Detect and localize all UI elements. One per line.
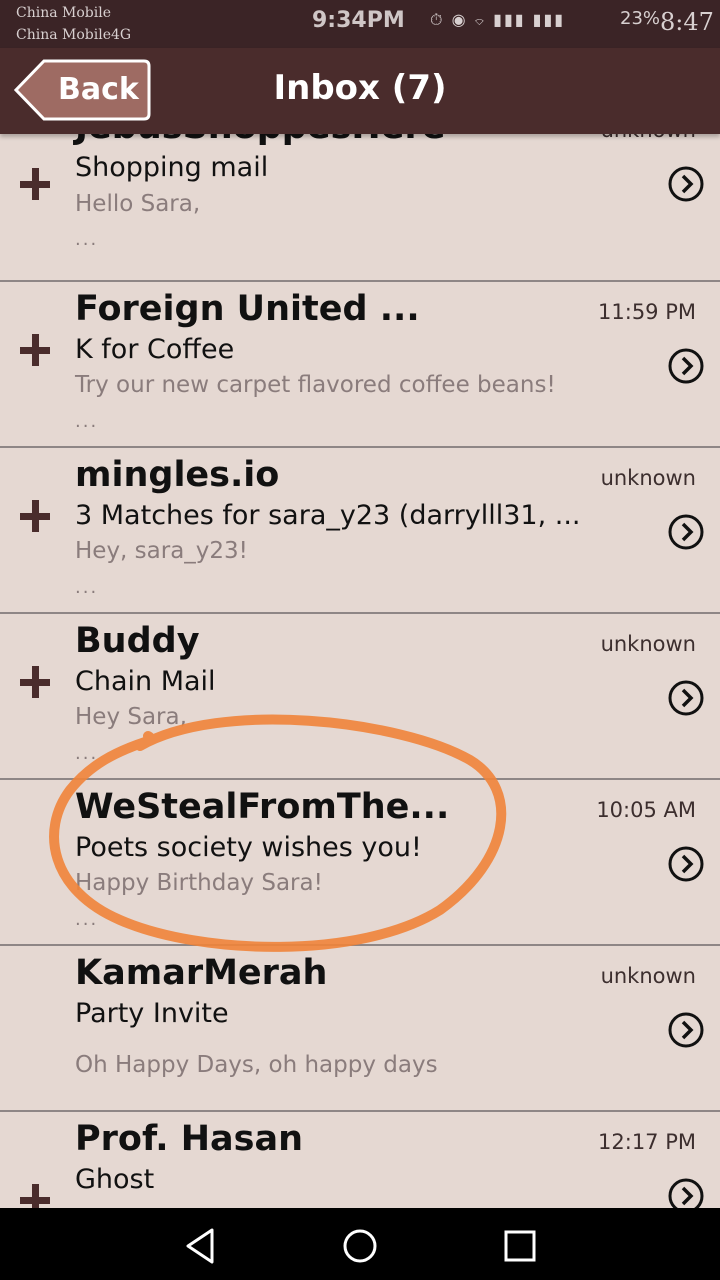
message-preview: Hey, sara_y23! bbox=[75, 538, 248, 564]
message-ellipsis: ... bbox=[75, 743, 99, 764]
message-row[interactable]: JebusShoppesHere unknown Shopping mail H… bbox=[0, 134, 720, 282]
message-row[interactable]: Prof. Hasan 12:17 PM Ghost bbox=[0, 1112, 720, 1208]
message-row[interactable]: WeStealFromThe... 10:05 AM Poets society… bbox=[0, 780, 720, 946]
message-subject: Chain Mail bbox=[75, 666, 216, 697]
plus-icon[interactable] bbox=[20, 500, 52, 532]
message-time: unknown bbox=[600, 632, 696, 656]
message-time: unknown bbox=[600, 466, 696, 490]
message-sender: Prof. Hasan bbox=[75, 1119, 304, 1159]
chevron-right-icon[interactable] bbox=[668, 1178, 704, 1208]
status-bar: China Mobile China Mobile4G 9:34PM ⏱ ◉ ⌔… bbox=[0, 0, 720, 48]
status-time: 9:34PM bbox=[312, 8, 405, 33]
plus-icon[interactable] bbox=[20, 666, 52, 698]
message-subject: 3 Matches for sara_y23 (darrylll31, ... bbox=[75, 500, 581, 531]
recents-square-icon[interactable] bbox=[498, 1224, 542, 1268]
page-title: Inbox (7) bbox=[273, 68, 447, 108]
message-subject: Ghost bbox=[75, 1164, 155, 1195]
chevron-right-icon[interactable] bbox=[668, 348, 704, 384]
message-list: JebusShoppesHere unknown Shopping mail H… bbox=[0, 134, 720, 1208]
message-subject: Party Invite bbox=[75, 998, 229, 1029]
chevron-right-icon[interactable] bbox=[668, 166, 704, 202]
message-ellipsis: ... bbox=[75, 411, 99, 432]
message-subject: Shopping mail bbox=[75, 152, 269, 183]
message-sender: mingles.io bbox=[75, 455, 280, 495]
message-time: 10:05 AM bbox=[596, 798, 696, 822]
message-time: unknown bbox=[600, 964, 696, 988]
message-row[interactable]: Buddy unknown Chain Mail Hey Sara, ... bbox=[0, 614, 720, 780]
carrier-name: China Mobile bbox=[16, 5, 111, 21]
message-time: 12:17 PM bbox=[598, 1130, 696, 1154]
message-row[interactable]: KamarMerah unknown Party Invite Oh Happy… bbox=[0, 946, 720, 1112]
message-sender: JebusShoppesHere bbox=[75, 134, 445, 147]
status-icons: ⏱ ◉ ⌔ ▮▮▮ ▮▮▮ bbox=[430, 10, 566, 29]
overlay-time: 8:47 bbox=[660, 8, 714, 36]
message-preview: Hey Sara, bbox=[75, 704, 187, 730]
message-subject: Poets society wishes you! bbox=[75, 832, 422, 863]
message-sender: Buddy bbox=[75, 621, 200, 661]
message-sender: Foreign United ... bbox=[75, 289, 420, 329]
message-time: 11:59 PM bbox=[598, 300, 696, 324]
message-ellipsis: ... bbox=[75, 909, 99, 930]
battery-percentage: 23% bbox=[620, 8, 661, 29]
message-sender: KamarMerah bbox=[75, 953, 328, 993]
plus-icon[interactable] bbox=[20, 168, 52, 200]
back-triangle-icon[interactable] bbox=[178, 1224, 222, 1268]
chevron-right-icon[interactable] bbox=[668, 514, 704, 550]
message-row[interactable]: mingles.io unknown 3 Matches for sara_y2… bbox=[0, 448, 720, 614]
chevron-right-icon[interactable] bbox=[668, 680, 704, 716]
message-preview: Try our new carpet flavored coffee beans… bbox=[75, 372, 556, 398]
message-sender: WeStealFromThe... bbox=[75, 787, 450, 827]
message-preview: Oh Happy Days, oh happy days bbox=[75, 1052, 438, 1078]
chevron-right-icon[interactable] bbox=[668, 1012, 704, 1048]
home-circle-icon[interactable] bbox=[338, 1224, 382, 1268]
message-preview: Happy Birthday Sara! bbox=[75, 870, 323, 896]
header-bar: Back Inbox (7) bbox=[0, 48, 720, 134]
message-preview: Hello Sara, bbox=[75, 191, 201, 217]
message-time: unknown bbox=[601, 134, 696, 142]
message-ellipsis: ... bbox=[75, 577, 99, 598]
message-subject: K for Coffee bbox=[75, 334, 235, 365]
message-ellipsis: ... bbox=[75, 229, 99, 250]
carrier-name-secondary: China Mobile4G bbox=[16, 27, 132, 43]
plus-icon[interactable] bbox=[20, 334, 52, 366]
system-nav-bar bbox=[0, 1208, 720, 1280]
message-row[interactable]: Foreign United ... 11:59 PM K for Coffee… bbox=[0, 282, 720, 448]
chevron-right-icon[interactable] bbox=[668, 846, 704, 882]
plus-icon[interactable] bbox=[20, 1184, 52, 1208]
